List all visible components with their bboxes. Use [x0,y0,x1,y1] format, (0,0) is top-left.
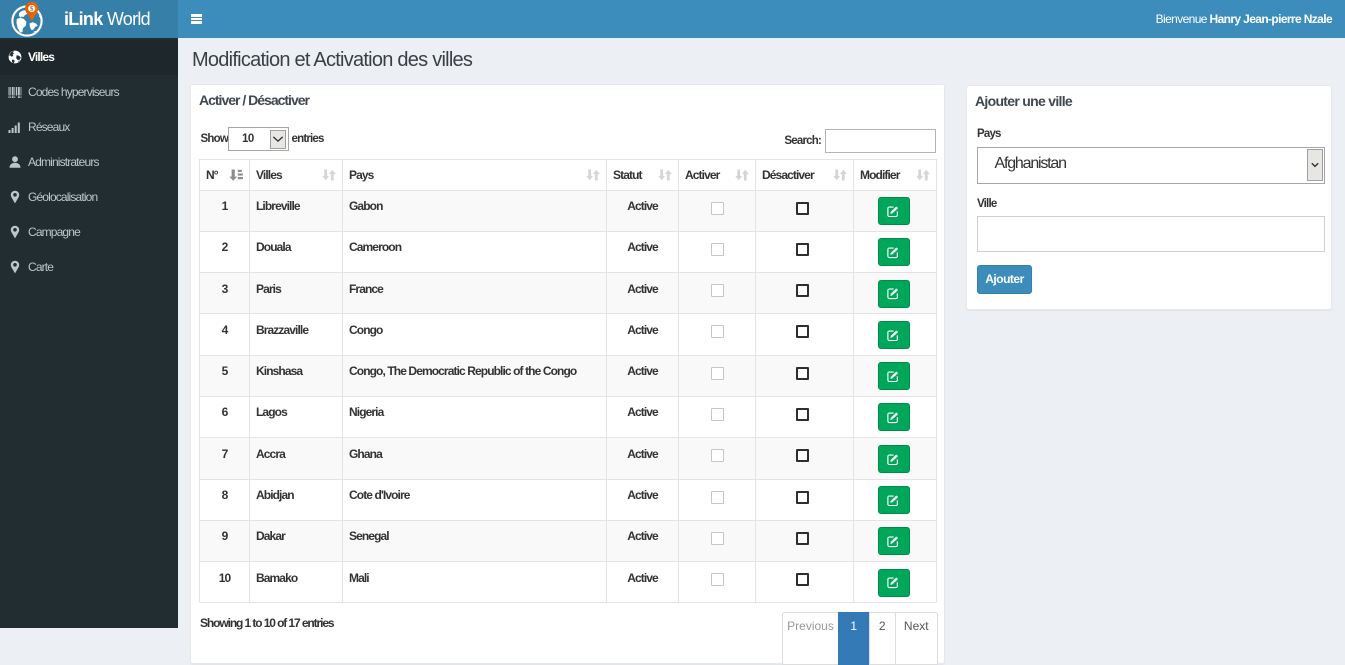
svg-text:$: $ [30,6,34,13]
